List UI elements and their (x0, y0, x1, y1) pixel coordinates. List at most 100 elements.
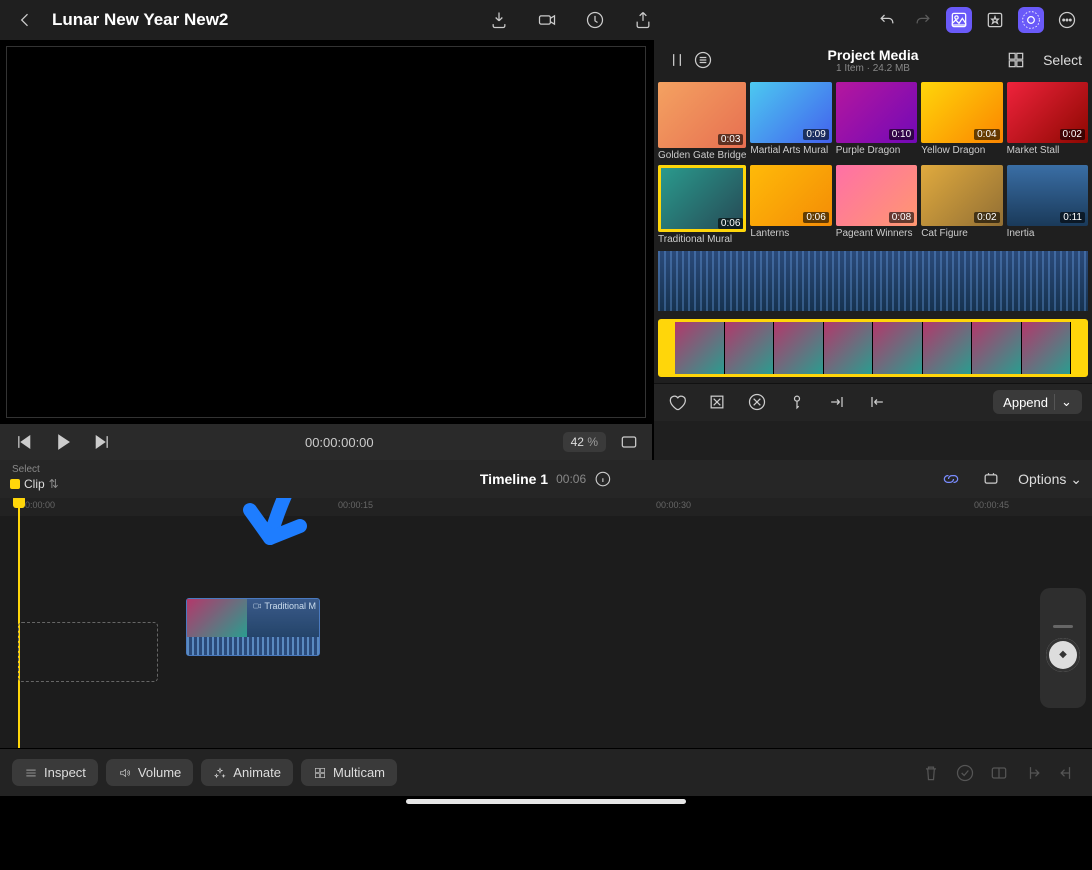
multicam-button[interactable]: Multicam (301, 759, 397, 786)
inspector-toggle[interactable] (1018, 7, 1044, 33)
list-view-icon[interactable] (690, 47, 716, 73)
reject-icon[interactable] (704, 389, 730, 415)
clip-color-swatch (10, 479, 20, 489)
jog-dial-icon[interactable]: ◆ (1046, 638, 1080, 672)
media-clip[interactable]: 0:06 Traditional Mural (658, 165, 746, 244)
media-panel-header: Project Media 1 Item · 24.2 MB Select (654, 40, 1092, 80)
camera-icon[interactable] (534, 7, 560, 33)
media-clip[interactable]: 0:11 Inertia (1007, 165, 1088, 244)
timeline-name[interactable]: Timeline 1 (480, 471, 548, 487)
selected-clip-filmstrip[interactable] (658, 319, 1088, 377)
import-icon[interactable] (486, 7, 512, 33)
project-title: Lunar New Year New2 (52, 10, 228, 30)
volume-button[interactable]: Volume (106, 759, 193, 786)
transport-bar: 00:00:00:00 42 % (0, 424, 652, 460)
split-clip-icon[interactable] (986, 760, 1012, 786)
clip-duration: 0:06 (718, 218, 743, 229)
select-button[interactable]: Select (1043, 52, 1082, 68)
clip-label: Pageant Winners (836, 228, 917, 239)
timeline[interactable]: 00:00:00 00:00:15 00:00:30 00:00:45 Trad… (0, 498, 1092, 748)
next-frame-button[interactable] (90, 429, 116, 455)
clip-duration: 0:11 (1060, 212, 1085, 223)
clip-label: Lanterns (750, 228, 831, 239)
clip-duration: 0:03 (718, 134, 743, 145)
select-mode-label: Select (12, 464, 40, 475)
clip-duration: 0:09 (803, 129, 828, 140)
delete-icon[interactable] (918, 760, 944, 786)
media-panel-title: Project Media (773, 47, 973, 63)
enable-clip-icon[interactable] (952, 760, 978, 786)
clip-out-handle[interactable] (1071, 322, 1085, 374)
chevron-down-icon[interactable]: ⌄ (1054, 394, 1072, 410)
trim-end-icon[interactable] (1054, 760, 1080, 786)
media-clip[interactable]: 0:02 Cat Figure (921, 165, 1002, 244)
timecode-display[interactable]: 00:00:00:00 (305, 435, 374, 450)
clip-duration: 0:06 (803, 212, 828, 223)
home-indicator (0, 796, 1092, 832)
clip-duration: 0:02 (974, 212, 999, 223)
bottom-toolbar: Inspect Volume Animate Multicam (0, 748, 1092, 796)
timeline-ruler[interactable]: 00:00:00 00:00:15 00:00:30 00:00:45 (0, 498, 1092, 516)
share-icon[interactable] (630, 7, 656, 33)
snap-icon[interactable] (978, 466, 1004, 492)
redo-icon[interactable] (910, 7, 936, 33)
zoom-level[interactable]: 42 % (563, 432, 606, 452)
back-button[interactable] (12, 7, 38, 33)
clip-duration: 0:10 (889, 129, 914, 140)
clip-label: Yellow Dragon (921, 145, 1002, 156)
clip-duration: 0:02 (1060, 129, 1085, 140)
jog-wheel[interactable]: ◆ (1040, 588, 1086, 708)
keyword-icon[interactable] (784, 389, 810, 415)
preview-viewer[interactable] (6, 46, 646, 418)
media-panel-subtitle: 1 Item · 24.2 MB (773, 63, 973, 74)
timeline-options-button[interactable]: Options ⌄ (1018, 471, 1082, 488)
media-clip[interactable]: 0:10 Purple Dragon (836, 82, 917, 161)
prev-frame-button[interactable] (10, 429, 36, 455)
skim-forward-icon[interactable] (824, 389, 850, 415)
clip-label: Traditional Mural (658, 234, 746, 245)
clip-selector[interactable]: Clip ⇅ (10, 477, 59, 491)
inspect-button[interactable]: Inspect (12, 759, 98, 786)
animate-button[interactable]: Animate (201, 759, 293, 786)
more-menu-icon[interactable] (1054, 7, 1080, 33)
clip-label: Martial Arts Mural (750, 145, 831, 156)
voiceover-icon[interactable] (582, 7, 608, 33)
media-clip[interactable]: 0:03 Golden Gate Bridge (658, 82, 746, 161)
grid-view-icon[interactable] (1003, 47, 1029, 73)
media-grid: 0:03 Golden Gate Bridge 0:09 Martial Arts M… (654, 80, 1092, 247)
timeline-duration: 00:06 (556, 472, 586, 486)
clip-label: Cat Figure (921, 228, 1002, 239)
dragged-clip[interactable]: Traditional M (186, 598, 320, 656)
undo-icon[interactable] (874, 7, 900, 33)
skim-back-icon[interactable] (864, 389, 890, 415)
effects-browser-toggle[interactable] (982, 7, 1008, 33)
clip-label: Inertia (1007, 228, 1088, 239)
clip-in-handle[interactable] (661, 322, 675, 374)
trim-start-icon[interactable] (1020, 760, 1046, 786)
chevron-down-icon: ⌄ (1070, 471, 1082, 487)
clip-duration: 0:08 (889, 212, 914, 223)
link-clips-icon[interactable] (938, 466, 964, 492)
viewer-layout-icon[interactable] (616, 429, 642, 455)
clip-label: Purple Dragon (836, 145, 917, 156)
favorite-icon[interactable] (664, 389, 690, 415)
media-clip[interactable]: 0:06 Lanterns (750, 165, 831, 244)
media-clip[interactable]: 0:08 Pageant Winners (836, 165, 917, 244)
append-button[interactable]: Append ⌄ (993, 390, 1082, 414)
timeline-header: Select Clip ⇅ Timeline 1 00:06 Options ⌄ (0, 460, 1092, 498)
media-browser-toggle[interactable] (946, 7, 972, 33)
clip-label: Market Stall (1007, 145, 1088, 156)
play-button[interactable] (50, 429, 76, 455)
chevron-updown-icon: ⇅ (49, 477, 59, 491)
media-clip[interactable]: 0:09 Martial Arts Mural (750, 82, 831, 161)
drop-target-ghost (18, 622, 158, 682)
audio-waveform-strip[interactable] (658, 251, 1088, 311)
top-toolbar: Lunar New Year New2 (0, 0, 1092, 40)
media-clip[interactable]: 0:02 Market Stall (1007, 82, 1088, 161)
info-icon[interactable] (594, 470, 612, 488)
filter-icon[interactable] (664, 47, 690, 73)
media-clip[interactable]: 0:04 Yellow Dragon (921, 82, 1002, 161)
remove-icon[interactable] (744, 389, 770, 415)
clip-duration: 0:04 (974, 129, 999, 140)
clip-label: Golden Gate Bridge (658, 150, 746, 161)
